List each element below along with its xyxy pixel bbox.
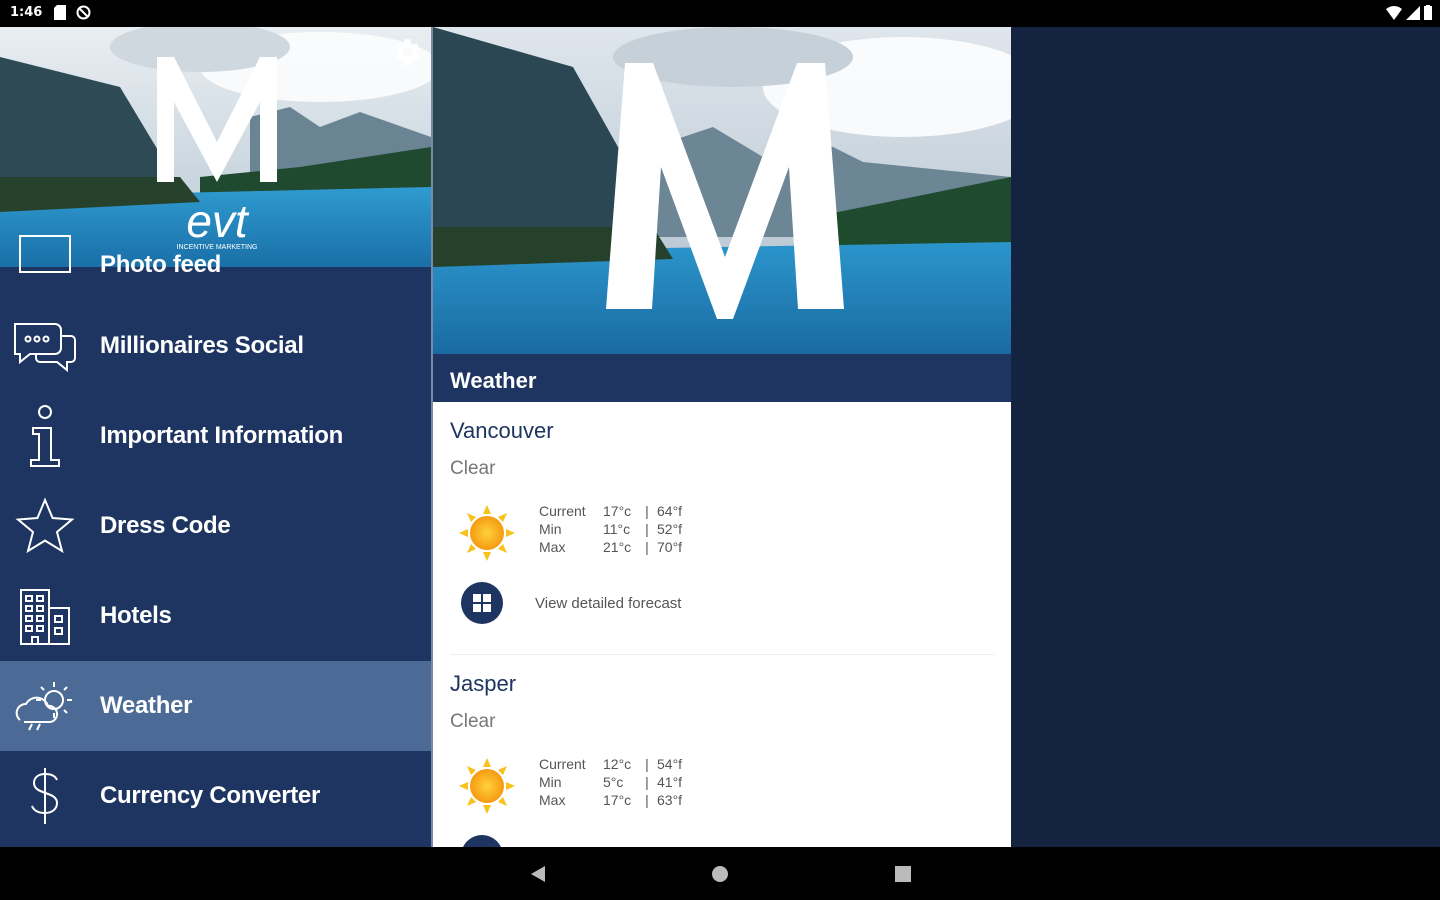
temp-label: Current — [539, 756, 586, 772]
dollar-icon — [10, 761, 80, 831]
grid-icon — [461, 835, 503, 847]
temp-label: Min — [539, 521, 562, 537]
drawer-item-photo-feed[interactable]: Photo feed — [0, 235, 431, 301]
city-card-vancouver: Vancouver Clear Current 17°c | 64°f Min 11°c… — [433, 402, 1011, 655]
city-condition: Clear — [450, 711, 496, 732]
temp-f: 52°f — [657, 521, 683, 537]
info-icon — [10, 401, 80, 471]
building-icon — [10, 581, 80, 651]
blocked-icon — [76, 5, 91, 20]
temp-f: 41°f — [657, 774, 683, 790]
chat-bubbles-icon — [10, 311, 80, 381]
temp-label: Max — [539, 792, 566, 808]
status-time: 1:46 — [10, 5, 43, 20]
drawer-item-label: Photo feed — [100, 251, 221, 278]
drawer-item-currency-converter[interactable]: Currency Converter — [0, 751, 431, 841]
brand-logo: evt INCENTIVE MARKETING — [157, 57, 277, 251]
status-bar: 1:46 — [0, 0, 1440, 27]
weather-list: Vancouver Clear Current 17°c | 64°f Min 11°c… — [433, 402, 1011, 847]
photo-icon — [10, 213, 80, 283]
temp-c: 21°c — [603, 539, 632, 555]
temp-f: 64°f — [657, 503, 683, 519]
temp-f: 63°f — [657, 792, 683, 808]
sd-card-icon — [54, 5, 66, 20]
system-nav-bar — [0, 847, 1440, 900]
weather-panel: Weather Vancouver Clear Current 17°c | 64°f… — [433, 27, 1011, 847]
wifi-icon — [1386, 5, 1402, 20]
temp-label: Max — [539, 539, 566, 555]
drawer-item-hotels[interactable]: Hotels — [0, 571, 431, 661]
recents-icon[interactable] — [893, 864, 913, 884]
city-name: Vancouver — [450, 418, 554, 443]
forecast-link-label: View detailed forecast — [535, 594, 682, 612]
home-icon[interactable] — [710, 864, 730, 884]
hero-image — [433, 27, 1011, 354]
brand-logo-sub: evt — [186, 195, 250, 247]
drawer-item-label: Weather — [100, 692, 193, 719]
signal-icon — [1406, 5, 1420, 20]
view-forecast-button[interactable] — [461, 835, 503, 847]
temp-f: 70°f — [657, 539, 683, 555]
city-name: Jasper — [450, 671, 517, 696]
panel-title: Weather — [433, 354, 1011, 402]
city-card-jasper: Jasper Clear Current 12°c | 54°f Min 5°c | 41°… — [433, 655, 1011, 847]
sun-icon — [459, 505, 515, 561]
status-system-icons — [1386, 5, 1432, 20]
drawer-item-label: Millionaires Social — [100, 332, 304, 359]
status-notifications — [54, 5, 91, 20]
temp-label: Current — [539, 503, 586, 519]
settings-gear-icon[interactable] — [389, 35, 423, 69]
drawer-item-label: Dress Code — [100, 512, 231, 539]
hero-logo — [606, 63, 844, 319]
drawer-item-weather[interactable]: Weather — [0, 661, 431, 751]
drawer-item-millionaires-social[interactable]: Millionaires Social — [0, 301, 431, 391]
temp-c: 17°c — [603, 792, 632, 808]
temp-c: 11°c — [603, 521, 631, 537]
drawer-menu: Photo feed Millionaires Social Important… — [0, 235, 431, 841]
drawer-item-important-information[interactable]: Important Information — [0, 391, 431, 481]
temperature-table: Current 17°c | 64°f Min 11°c | 52°f Max 21°c | 70… — [539, 503, 683, 555]
drawer-item-label: Hotels — [100, 602, 172, 629]
city-condition: Clear — [450, 458, 496, 479]
brand-logo-tagline: INCENTIVE MARKETING — [177, 244, 258, 251]
temperature-table: Current 12°c | 54°f Min 5°c | 41°f Max 17°c | 63°… — [539, 756, 683, 808]
temp-c: 12°c — [603, 756, 632, 772]
temp-f: 54°f — [657, 756, 683, 772]
back-icon[interactable] — [528, 864, 548, 884]
drawer-item-label: Important Information — [100, 422, 344, 449]
temp-label: Min — [539, 774, 562, 790]
grid-icon — [461, 582, 503, 624]
sun-icon — [459, 758, 515, 814]
battery-icon — [1424, 5, 1432, 20]
temp-c: 17°c — [603, 503, 632, 519]
temp-c: 5°c — [603, 774, 624, 790]
drawer-item-dress-code[interactable]: Dress Code — [0, 481, 431, 571]
view-forecast-button[interactable]: View detailed forecast — [461, 582, 681, 624]
star-icon — [10, 491, 80, 561]
drawer-item-label: Currency Converter — [100, 782, 321, 809]
navigation-drawer: evt INCENTIVE MARKETING Photo feed Milli… — [0, 27, 431, 847]
weather-icon — [10, 671, 80, 741]
